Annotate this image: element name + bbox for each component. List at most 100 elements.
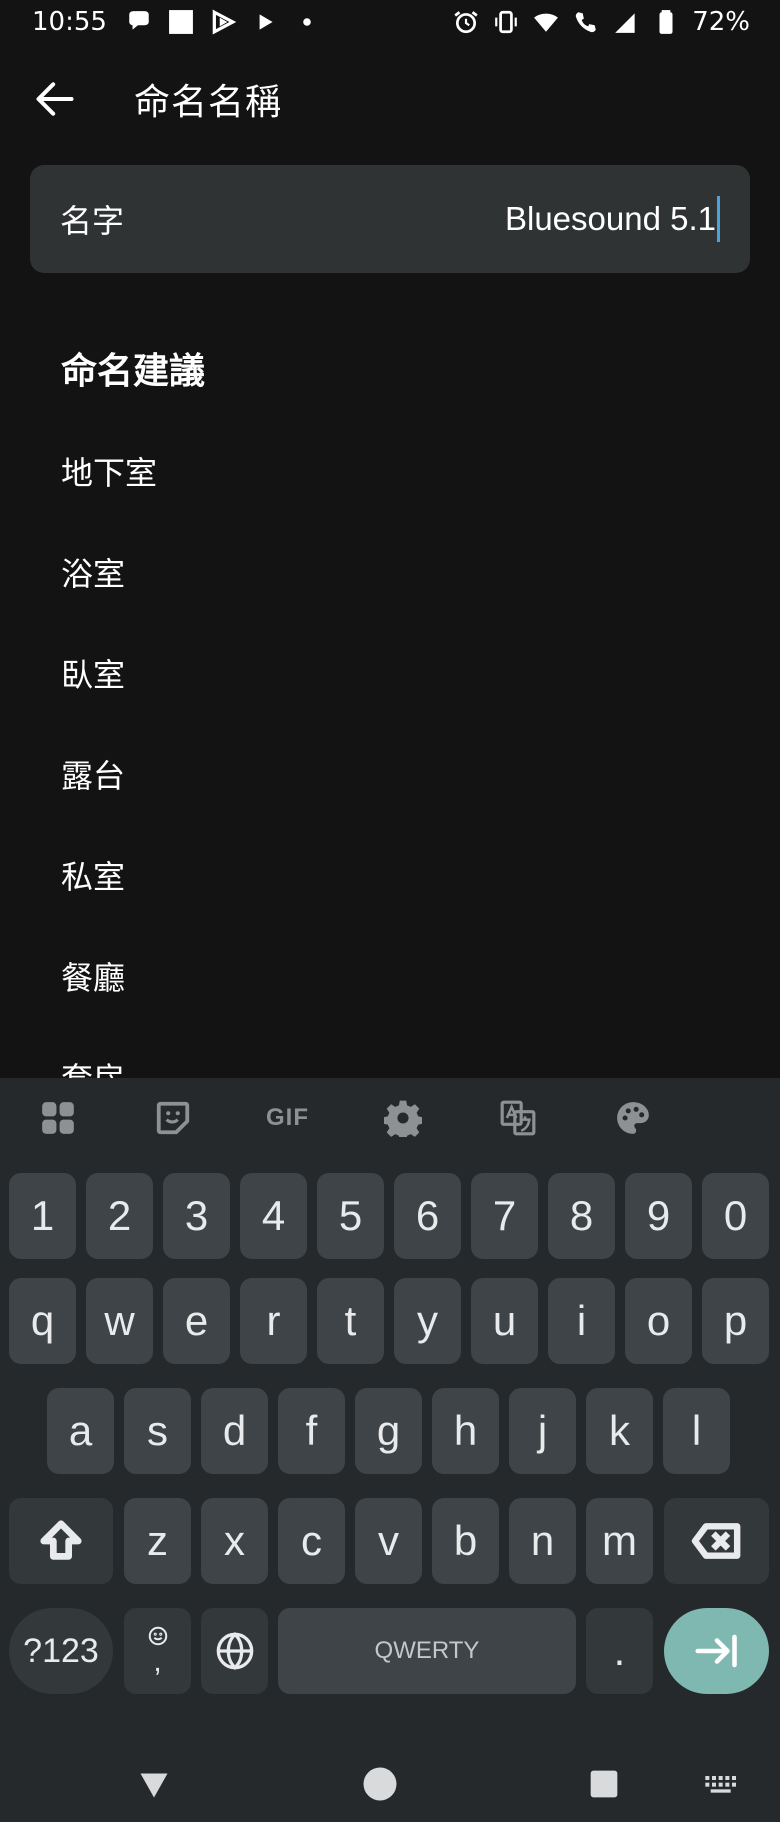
key-p[interactable]: p [702, 1278, 769, 1364]
name-field-value: Bluesound 5.1 [504, 200, 716, 237]
wifi-icon [532, 8, 560, 36]
backspace-icon [691, 1523, 740, 1559]
shift-key[interactable] [9, 1498, 113, 1584]
suggestion-item[interactable]: 私室 [0, 824, 780, 925]
play-badge-icon [209, 8, 237, 36]
page-title: 命名名稱 [134, 82, 283, 123]
suggestion-item[interactable]: 餐廳 [0, 925, 780, 1026]
key-6[interactable]: 6 [394, 1173, 461, 1259]
translate-button[interactable] [460, 1078, 575, 1158]
battery-icon [652, 8, 680, 36]
key-4[interactable]: 4 [240, 1173, 307, 1259]
app-bar: 命名名稱 [0, 54, 780, 144]
status-right: 72% [452, 7, 750, 37]
key-d[interactable]: d [201, 1388, 268, 1474]
suggestion-item[interactable]: 露台 [0, 723, 780, 824]
back-nav-button[interactable] [130, 1760, 178, 1808]
comma-label: , [153, 1645, 162, 1678]
keyboard-icon [705, 1776, 736, 1793]
key-1[interactable]: 1 [9, 1173, 76, 1259]
suggestion-item[interactable]: 套房 [0, 1026, 780, 1081]
key-e[interactable]: e [163, 1278, 230, 1364]
vibrate-icon [492, 8, 520, 36]
theme-button[interactable] [575, 1078, 690, 1158]
suggestions-list: 地下室 浴室 臥室 露台 私室 餐廳 套房 [0, 420, 780, 1081]
status-bar: 10:55 72% [0, 0, 780, 44]
key-8[interactable]: 8 [548, 1173, 615, 1259]
chat-bubble-icon [125, 8, 153, 36]
dot-icon [293, 8, 321, 36]
alarm-icon [452, 8, 480, 36]
symbols-key[interactable]: ?123 [9, 1608, 113, 1694]
key-j[interactable]: j [509, 1388, 576, 1474]
play-icon [251, 8, 279, 36]
backspace-key[interactable] [664, 1498, 769, 1584]
key-s[interactable]: s [124, 1388, 191, 1474]
key-7[interactable]: 7 [471, 1173, 538, 1259]
emoji-icon [148, 1626, 167, 1646]
keyboard-switch-button[interactable] [696, 1760, 744, 1808]
suggestion-item[interactable]: 地下室 [0, 420, 780, 521]
key-o[interactable]: o [625, 1278, 692, 1364]
palette-icon [616, 1102, 649, 1134]
keyboard-settings-button[interactable] [345, 1078, 460, 1158]
gif-button[interactable]: GIF [230, 1078, 345, 1158]
back-triangle-icon [140, 1773, 168, 1798]
key-f[interactable]: f [278, 1388, 345, 1474]
key-l[interactable]: l [663, 1388, 730, 1474]
suggestion-item[interactable]: 浴室 [0, 521, 780, 622]
name-field-label: 名字 [60, 202, 125, 240]
soft-keyboard: GIF 1 2 3 4 5 6 7 8 9 0 q w e r t y u i … [0, 1078, 780, 1746]
key-k[interactable]: k [586, 1388, 653, 1474]
key-u[interactable]: u [471, 1278, 538, 1364]
period-key[interactable]: . [586, 1608, 653, 1694]
key-y[interactable]: y [394, 1278, 461, 1364]
language-key[interactable] [201, 1608, 268, 1694]
key-r[interactable]: r [240, 1278, 307, 1364]
key-q[interactable]: q [9, 1278, 76, 1364]
white-square-icon [167, 8, 195, 36]
back-button[interactable] [0, 54, 110, 144]
emoji-comma-key[interactable]: , [124, 1608, 191, 1694]
key-i[interactable]: i [548, 1278, 615, 1364]
sticker-icon [156, 1101, 189, 1135]
key-x[interactable]: x [201, 1498, 268, 1584]
translate-icon [500, 1100, 535, 1136]
back-arrow-icon [36, 82, 74, 116]
key-2[interactable]: 2 [86, 1173, 153, 1259]
recents-square-icon [590, 1770, 618, 1798]
key-g[interactable]: g [355, 1388, 422, 1474]
suggestion-item[interactable]: 臥室 [0, 622, 780, 723]
key-0[interactable]: 0 [702, 1173, 769, 1259]
key-5[interactable]: 5 [317, 1173, 384, 1259]
enter-key[interactable] [664, 1608, 769, 1694]
recents-nav-button[interactable] [580, 1760, 628, 1808]
key-w[interactable]: w [86, 1278, 153, 1364]
key-t[interactable]: t [317, 1278, 384, 1364]
home-circle-icon [363, 1767, 397, 1801]
signal-icon [612, 8, 640, 36]
key-9[interactable]: 9 [625, 1173, 692, 1259]
settings-icon [383, 1100, 422, 1137]
key-z[interactable]: z [124, 1498, 191, 1584]
home-nav-button[interactable] [356, 1760, 404, 1808]
key-v[interactable]: v [355, 1498, 422, 1584]
sticker-button[interactable] [115, 1078, 230, 1158]
key-n[interactable]: n [509, 1498, 576, 1584]
status-left: 10:55 [32, 7, 321, 37]
name-field[interactable]: 名字 Bluesound 5.1 [30, 165, 750, 273]
key-h[interactable]: h [432, 1388, 499, 1474]
navigation-bar [0, 1746, 780, 1822]
key-b[interactable]: b [432, 1498, 499, 1584]
key-c[interactable]: c [278, 1498, 345, 1584]
apps-grid-button[interactable] [0, 1078, 115, 1158]
wifi-call-icon [572, 8, 600, 36]
key-m[interactable]: m [586, 1498, 653, 1584]
space-key[interactable]: QWERTY [278, 1608, 576, 1694]
name-field-input[interactable]: Bluesound 5.1 [505, 196, 720, 242]
globe-icon [216, 1631, 253, 1671]
key-a[interactable]: a [47, 1388, 114, 1474]
key-3[interactable]: 3 [163, 1173, 230, 1259]
shift-icon [40, 1520, 82, 1560]
next-tab-icon [694, 1634, 737, 1668]
